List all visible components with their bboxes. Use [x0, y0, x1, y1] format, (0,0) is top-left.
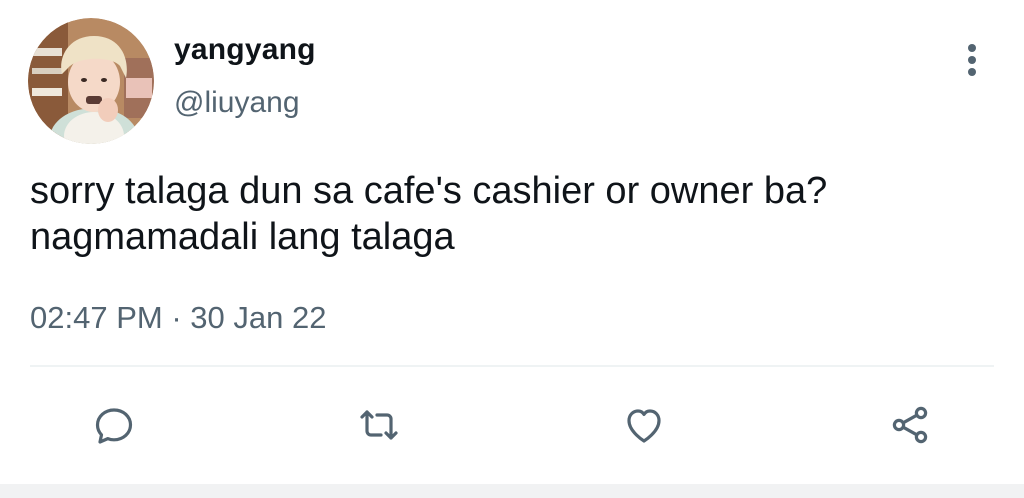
like-button[interactable]: [614, 395, 674, 455]
tweet-text: sorry talaga dun sa cafe's cashier or ow…: [30, 168, 990, 260]
divider: [30, 365, 994, 367]
avatar-image: [28, 18, 154, 144]
more-vertical-icon-dot: [968, 68, 976, 76]
heart-icon: [627, 409, 661, 443]
meta-separator: ·: [171, 300, 182, 335]
action-bar: [0, 395, 1024, 455]
tweet-timestamp[interactable]: 02:47 PM · 30 Jan 22: [30, 300, 326, 336]
more-vertical-icon-dot: [968, 56, 976, 64]
display-name[interactable]: yangyang: [174, 33, 316, 67]
user-handle[interactable]: @liuyang: [174, 86, 300, 120]
bottom-separator: [0, 484, 1024, 498]
share-icon: [892, 406, 928, 444]
avatar[interactable]: [28, 18, 154, 144]
retweet-icon: [360, 410, 398, 440]
share-button[interactable]: [880, 395, 940, 455]
retweet-button[interactable]: [349, 395, 409, 455]
tweet-time: 02:47 PM: [30, 300, 163, 335]
tweet-text-line: nagmamadali lang talaga: [30, 216, 455, 258]
tweet-date: 30 Jan 22: [190, 300, 327, 335]
more-options-button[interactable]: [956, 40, 988, 80]
reply-button[interactable]: [84, 395, 144, 455]
reply-icon: [95, 408, 133, 444]
more-vertical-icon-dot: [968, 44, 976, 52]
tweet-card: yangyang @liuyang sorry talaga dun sa ca…: [0, 0, 1024, 498]
tweet-text-line: sorry talaga dun sa cafe's cashier or ow…: [30, 170, 828, 212]
